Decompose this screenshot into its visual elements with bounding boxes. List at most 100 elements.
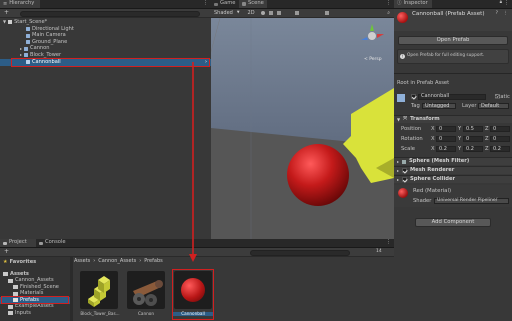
- rotation-x-field[interactable]: 0: [436, 136, 456, 142]
- asset-tile[interactable]: Block_Tower_Bas...: [78, 271, 120, 319]
- asset-title: Cannonball (Prefab Asset): [412, 11, 485, 17]
- chevron-down-icon[interactable]: ▼: [237, 11, 240, 15]
- transform-icon: ⤧: [403, 116, 408, 122]
- scale-y-field[interactable]: 0.2: [463, 146, 483, 152]
- info-text: Open Prefab for full editing support.: [407, 53, 485, 59]
- material-block: Red (Material) Shader Universal Render P…: [394, 185, 512, 207]
- breadcrumb-item[interactable]: Cannon_Assets: [98, 259, 136, 264]
- section-label: Sphere Collider: [410, 175, 456, 182]
- highlight-box: [11, 58, 210, 67]
- project-toolbar: + 14: [0, 248, 394, 257]
- scale-x-field[interactable]: 0.2: [436, 146, 456, 152]
- root-label: Root in Prefab Asset: [397, 80, 450, 86]
- tree-label: Inputs: [15, 309, 31, 316]
- lighting-icon[interactable]: [260, 11, 265, 15]
- search-icon[interactable]: ⌕: [387, 10, 390, 16]
- lock-icon[interactable]: 🔒︎: [500, 0, 502, 6]
- tree-item[interactable]: Inputs: [0, 310, 31, 317]
- enabled-checkbox[interactable]: [402, 177, 408, 182]
- tab-label: Project: [9, 239, 27, 246]
- static-label: Static: [495, 93, 510, 100]
- shader-label: Shader: [413, 198, 432, 204]
- thumbnail: [127, 271, 165, 309]
- asset-tile-selected[interactable]: Cannonball: [172, 269, 214, 320]
- axis-z-label: Z: [485, 146, 489, 152]
- open-prefab-button[interactable]: Open Prefab: [398, 36, 508, 45]
- help-icon[interactable]: ?: [496, 11, 498, 17]
- sphere-collider-header[interactable]: ▸ Sphere Collider: [394, 175, 512, 183]
- add-component-button[interactable]: Add Component: [415, 218, 491, 227]
- rotation-y-field[interactable]: 0: [463, 136, 483, 142]
- folder-icon: [8, 311, 13, 316]
- tag-dropdown[interactable]: Untagged: [422, 103, 456, 109]
- expand-arrow-icon: ▸: [20, 45, 23, 51]
- enabled-checkbox[interactable]: [402, 168, 408, 173]
- add-button[interactable]: +: [4, 10, 9, 16]
- more-icon[interactable]: ⋮: [386, 1, 391, 6]
- tab-inspector[interactable]: ⓘ Inspector: [394, 0, 432, 8]
- tab-scene[interactable]: Scene: [239, 0, 267, 8]
- shading-dropdown[interactable]: Shaded: [214, 10, 233, 16]
- rotation-z-field[interactable]: 0: [490, 136, 510, 142]
- audio-icon[interactable]: [268, 11, 273, 15]
- position-x-field[interactable]: 0: [436, 126, 456, 132]
- object-header: Cannonball Static Tag Untagged Layer Def…: [394, 90, 512, 114]
- tree-label: Finished_Scene: [20, 283, 59, 290]
- project-search-input[interactable]: [250, 249, 350, 256]
- tab-game[interactable]: Game: [211, 0, 238, 8]
- item-label: Main Camera: [32, 32, 66, 39]
- effects-icon[interactable]: [276, 11, 281, 15]
- active-checkbox[interactable]: [411, 94, 416, 99]
- orientation-gizmo[interactable]: [359, 23, 385, 49]
- shader-dropdown[interactable]: Universal Render Pipeline/: [434, 198, 509, 204]
- tab-hierarchy[interactable]: ≡ Hierarchy: [0, 0, 40, 8]
- mesh-filter-header[interactable]: ▸ Sphere (Mesh Filter): [394, 157, 512, 165]
- breadcrumb-item[interactable]: Prefabs: [144, 259, 163, 264]
- block-tower-icon: [88, 276, 110, 307]
- persp-label[interactable]: < Persp: [364, 57, 382, 63]
- layer-dropdown[interactable]: Default: [478, 103, 509, 109]
- hidden-objects-icon[interactable]: [294, 11, 299, 15]
- hierarchy-tabbar: ≡ Hierarchy ⋮: [0, 0, 211, 9]
- tab-label: Inspector: [403, 0, 428, 7]
- more-icon[interactable]: ⋮: [386, 240, 391, 245]
- tab-label: Scene: [248, 0, 264, 7]
- add-button[interactable]: +: [4, 249, 9, 255]
- tab-console[interactable]: Console: [36, 239, 69, 247]
- cube-blue-icon: [397, 94, 405, 102]
- position-z-field[interactable]: 0: [490, 126, 510, 132]
- breadcrumb-item[interactable]: Assets: [74, 259, 90, 264]
- more-icon[interactable]: ⋮: [203, 1, 208, 6]
- gizmos-icon[interactable]: [324, 11, 329, 15]
- settings-icon[interactable]: ⋮: [504, 11, 509, 17]
- gameobject-icon: [26, 40, 30, 45]
- gamepad-icon: [214, 2, 218, 6]
- info-icon: ⓘ: [397, 0, 402, 6]
- 2d-toggle[interactable]: 2D: [248, 10, 255, 16]
- scene-row[interactable]: ▼ Start_Scene*: [0, 19, 47, 26]
- scene-toolbar: Shaded ▼ 2D ⌕: [211, 9, 394, 18]
- list-icon: ≡: [3, 0, 8, 7]
- asset-tile[interactable]: Cannon: [125, 271, 167, 319]
- transform-header[interactable]: ▼ ⤧ Transform: [394, 115, 512, 123]
- favorites-row[interactable]: ★ Favorites: [0, 259, 36, 266]
- item-label: Cannon: [30, 45, 50, 52]
- breadcrumb-sep: ›: [139, 258, 142, 264]
- tab-project[interactable]: Project: [0, 239, 36, 247]
- hierarchy-search-input[interactable]: [20, 10, 200, 17]
- object-name-field[interactable]: Cannonball: [418, 93, 486, 100]
- scene-viewport[interactable]: < Persp: [211, 18, 394, 239]
- position-y-field[interactable]: 0.5: [463, 126, 483, 132]
- item-label: Ground_Plane: [32, 38, 68, 45]
- inspector-tabbar: ⓘ Inspector 🔒︎ ⋮: [394, 0, 512, 9]
- highlight-box: [172, 269, 214, 320]
- expand-arrow-icon: ▸: [397, 158, 400, 164]
- more-icon[interactable]: ⋮: [504, 1, 509, 6]
- asset-label: Block_Tower_Bas...: [80, 311, 120, 316]
- mesh-renderer-header[interactable]: ▸ Mesh Renderer: [394, 166, 512, 174]
- scale-z-field[interactable]: 0.2: [490, 146, 510, 152]
- inspector-panel: Cannonball (Prefab Asset) ? ⋮ Open Prefa…: [394, 9, 512, 321]
- gameobject-icon: [26, 27, 30, 32]
- scrollbar[interactable]: [70, 257, 73, 321]
- item-label: Directional Light: [32, 25, 74, 32]
